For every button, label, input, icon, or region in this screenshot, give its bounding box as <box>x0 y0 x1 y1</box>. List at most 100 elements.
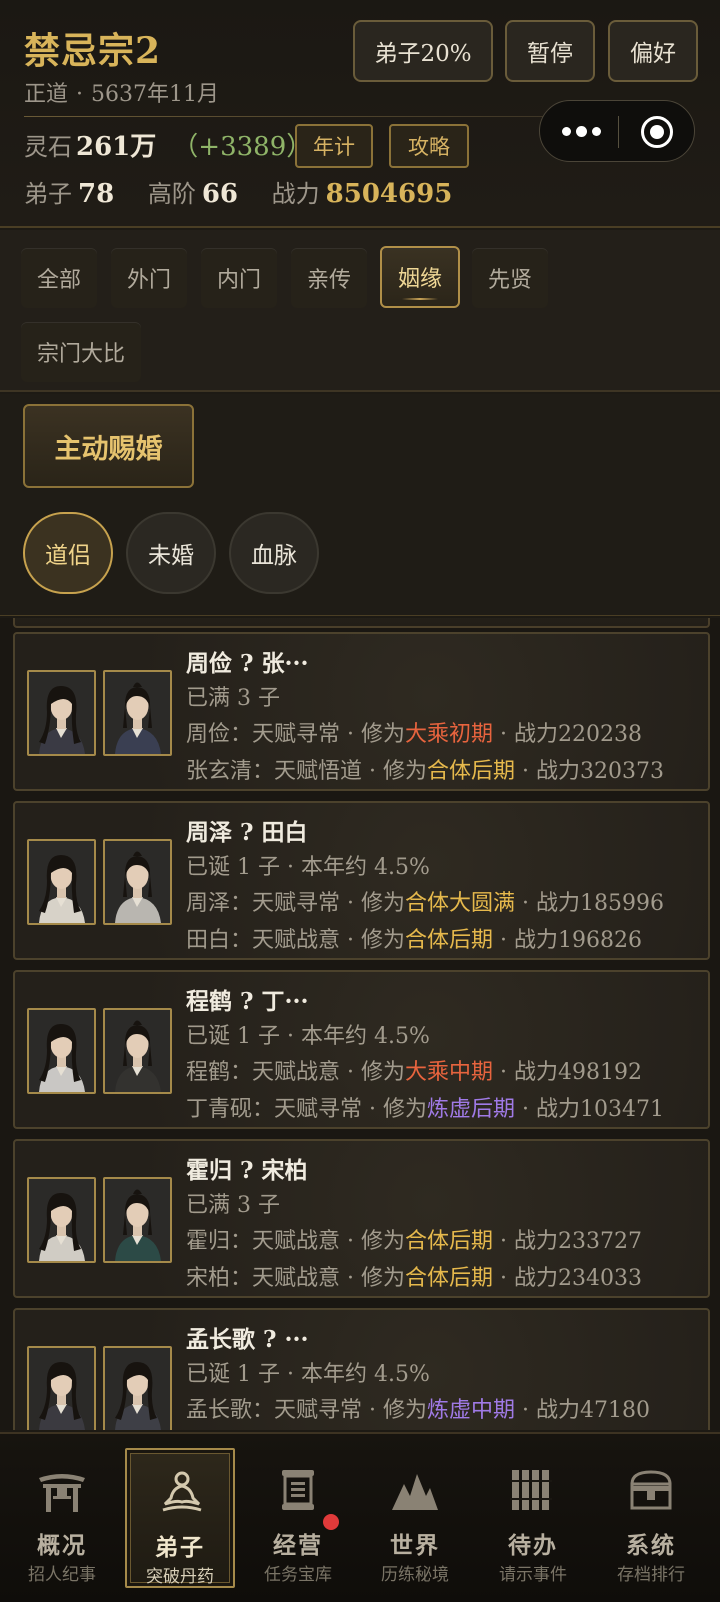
mountain-icon <box>390 1466 440 1514</box>
power-value: 8504695 <box>325 179 453 209</box>
avatar[interactable] <box>103 670 172 756</box>
spirit-stone-value: 261万 <box>76 132 157 162</box>
avatar[interactable] <box>103 1177 172 1263</box>
couple-card[interactable]: 霍归 ? 宋柏 已满 3 子霍归：天赋战意 · 修为合体后期 · 战力233727… <box>13 1139 710 1298</box>
pause-button[interactable]: 暂停 <box>505 20 595 82</box>
couple-names: 霍归 ? 宋柏 <box>186 1157 308 1184</box>
avatar[interactable] <box>27 1177 96 1263</box>
more-icon[interactable] <box>562 121 602 141</box>
couple-names: 周俭 ? 张··· <box>186 650 309 677</box>
avatar[interactable] <box>27 1008 96 1094</box>
avatar[interactable] <box>27 1346 96 1430</box>
scroll-icon <box>273 1466 323 1514</box>
spouse-info-line: 周俭：天赋寻常 · 修为大乘初期 · 战力220238 <box>186 722 642 747</box>
offspring-status: 已诞 1 子 · 本年约 4.5% <box>186 1362 430 1387</box>
nav-sublabel: 存档排行 <box>617 1565 685 1585</box>
tab-all[interactable]: 全部 <box>21 248 97 308</box>
tab-inner[interactable]: 内门 <box>201 248 277 308</box>
disciples-percent-button[interactable]: 弟子20% <box>353 20 493 82</box>
sect-stats-row: 弟子 78 高阶 66 战力 8504695 <box>24 174 452 209</box>
nav-system[interactable]: 系统 存档排行 <box>596 1448 706 1588</box>
filter-bloodline[interactable]: 血脉 <box>229 512 319 594</box>
tab-ancestors[interactable]: 先贤 <box>472 248 548 308</box>
nav-label: 弟子 <box>155 1534 205 1561</box>
arrange-marriage-button[interactable]: 主动赐婚 <box>23 404 194 488</box>
spouse-info-line: 丁青砚：天赋寻常 · 修为炼虚后期 · 战力103471 <box>186 1097 664 1122</box>
nav-sublabel: 招人纪事 <box>28 1565 96 1585</box>
spirit-stone-row: 灵石 261万 （+3389） <box>24 126 312 163</box>
filter-unmarried[interactable]: 未婚 <box>126 512 216 594</box>
cultivation-realm: 炼虚中期 <box>426 1398 515 1423</box>
high-rank-count: 66 <box>201 179 239 209</box>
avatar[interactable] <box>103 1346 172 1430</box>
marriage-actions: 主动赐婚 道侣 未婚 血脉 <box>0 394 720 616</box>
nav-todo[interactable]: 待办 请示事件 <box>478 1448 588 1588</box>
offspring-status: 已满 3 子 <box>186 1193 280 1218</box>
header: 禁忌宗2 正道 · 5637年11月 弟子20% 暂停 偏好 灵石 261万 （+3… <box>0 0 720 228</box>
nav-disciples[interactable]: 弟子 突破丹药 <box>125 1448 235 1588</box>
disciples-count: 78 <box>78 179 115 209</box>
spouse-info-line: 张玄清：天赋悟道 · 修为合体后期 · 战力320373 <box>186 759 664 784</box>
filter-partners[interactable]: 道侣 <box>23 512 113 594</box>
nav-management[interactable]: 经营 任务宝库 <box>243 1448 353 1588</box>
couple-card[interactable]: 周俭 ? 张··· 已满 3 子周俭：天赋寻常 · 修为大乘初期 · 战力2202… <box>13 632 710 791</box>
avatar[interactable] <box>103 1008 172 1094</box>
yearly-plan-button[interactable]: 年计 <box>295 124 373 168</box>
nav-label: 概况 <box>37 1532 87 1559</box>
offspring-status: 已诞 1 子 · 本年约 4.5% <box>186 855 430 880</box>
cultivation-realm: 合体后期 <box>404 1266 493 1291</box>
cultivation-realm: 炼虚后期 <box>426 1097 515 1122</box>
tab-direct[interactable]: 亲传 <box>291 248 367 308</box>
spouse-info-line: 程鹤：天赋战意 · 修为大乘中期 · 战力498192 <box>186 1060 642 1085</box>
couple-card[interactable]: 程鹤 ? 丁··· 已诞 1 子 · 本年约 4.5% 程鹤：天赋战意 · 修为大乘… <box>13 970 710 1129</box>
spouse-info-line: 田白：天赋战意 · 修为合体后期 · 战力196826 <box>186 928 642 953</box>
tab-sect-tournament[interactable]: 宗门大比 <box>21 322 141 382</box>
nav-label: 经营 <box>273 1532 323 1559</box>
nav-label: 系统 <box>626 1532 676 1559</box>
couple-card[interactable]: 孟长歌 ? ··· 已诞 1 子 · 本年约 4.5% 孟长歌：天赋寻常 · 修为炼… <box>13 1308 710 1430</box>
list-item-partial <box>13 618 710 628</box>
nav-sublabel: 任务宝库 <box>264 1565 332 1585</box>
spouse-info-line: 孟长歌：天赋寻常 · 修为炼虚中期 · 战力47180 <box>186 1398 650 1423</box>
offspring-status: 已满 3 子 <box>186 686 280 711</box>
nav-sublabel: 突破丹药 <box>146 1567 214 1587</box>
gate-icon <box>37 1466 87 1514</box>
game-date: 5637年11月 <box>91 82 219 107</box>
avatar[interactable] <box>27 670 96 756</box>
preferences-button[interactable]: 偏好 <box>608 20 698 82</box>
spirit-stone-delta: （+3389） <box>172 132 313 162</box>
nav-sublabel: 历练秘境 <box>381 1565 449 1585</box>
meditation-icon <box>157 1468 207 1516</box>
nav-overview[interactable]: 概况 招人纪事 <box>7 1448 117 1588</box>
couples-list[interactable]: 周俭 ? 张··· 已满 3 子周俭：天赋寻常 · 修为大乘初期 · 战力2202… <box>0 618 720 1430</box>
close-miniprogram-icon[interactable] <box>641 116 673 148</box>
tab-outer[interactable]: 外门 <box>111 248 187 308</box>
miniprogram-capsule <box>539 100 695 162</box>
avatar[interactable] <box>103 839 172 925</box>
couple-card[interactable]: 周泽 ? 田白 已诞 1 子 · 本年约 4.5% 周泽：天赋寻常 · 修为合体大圆… <box>13 801 710 960</box>
category-tabs: 全部 外门 内门 亲传 姻缘 先贤 宗门大比 <box>0 230 720 392</box>
spouse-info-line: 宋柏：天赋战意 · 修为合体后期 · 战力234033 <box>186 1266 642 1291</box>
avatar[interactable] <box>27 839 96 925</box>
bamboo-slips-icon <box>508 1466 558 1514</box>
sect-subtitle: 正道 · 5637年11月 <box>24 82 219 107</box>
spirit-stone-label: 灵石 <box>24 133 72 161</box>
bottom-nav: 概况 招人纪事 弟子 突破丹药 经营 任务宝库 世界 历练秘境 待办 请示事件 系统 存档排行 <box>0 1432 720 1602</box>
nav-world[interactable]: 世界 历练秘境 <box>360 1448 470 1588</box>
cultivation-realm: 合体后期 <box>404 1229 493 1254</box>
nav-label: 世界 <box>390 1532 440 1559</box>
cultivation-realm: 合体后期 <box>426 759 515 784</box>
high-rank-label: 高阶 <box>147 180 196 208</box>
power-label: 战力 <box>271 180 320 208</box>
header-divider <box>24 116 584 117</box>
tab-marriage[interactable]: 姻缘 <box>380 246 460 308</box>
disciples-label: 弟子 <box>24 180 72 208</box>
guide-button[interactable]: 攻略 <box>389 124 469 168</box>
alignment-label: 正道 <box>24 82 69 107</box>
cultivation-realm: 合体大圆满 <box>404 891 515 916</box>
nav-label: 待办 <box>508 1532 558 1559</box>
sect-title: 禁忌宗2 <box>24 30 162 72</box>
offspring-status: 已诞 1 子 · 本年约 4.5% <box>186 1024 430 1049</box>
chest-icon <box>626 1466 676 1514</box>
nav-sublabel: 请示事件 <box>499 1565 567 1585</box>
